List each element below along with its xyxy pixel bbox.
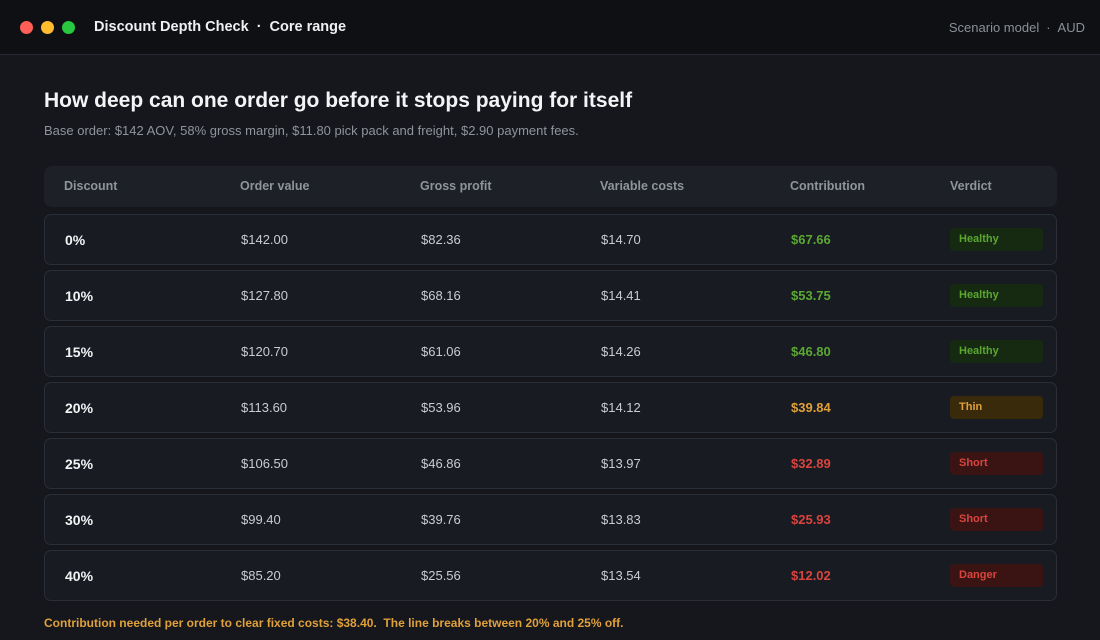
page-description: Base order: $142 AOV, 58% gross margin, …	[44, 123, 579, 138]
variable-costs-cell: $13.97	[601, 456, 641, 471]
maximize-window-button[interactable]	[62, 20, 75, 34]
gross-profit-cell: $82.36	[421, 232, 461, 247]
table-row[interactable]: 20% $113.60 $53.96 $14.12 $39.84 Thin	[44, 382, 1057, 433]
table-header: Discount Order value Gross profit Variab…	[44, 166, 1057, 207]
window-controls	[20, 20, 75, 34]
order-value-cell: $120.70	[241, 344, 288, 359]
order-value-cell: $113.60	[241, 400, 288, 415]
order-value-cell: $85.20	[241, 568, 281, 583]
contribution-cell: $32.89	[791, 456, 831, 471]
order-value-cell: $99.40	[241, 512, 281, 527]
verdict-badge: Healthy	[950, 340, 1043, 363]
variable-costs-cell: $13.54	[601, 568, 641, 583]
variable-costs-cell: $14.12	[601, 400, 641, 415]
contribution-cell: $53.75	[791, 288, 831, 303]
breakeven-note: Contribution needed per order to clear f…	[44, 616, 624, 630]
contribution-cell: $12.02	[791, 568, 831, 583]
variable-costs-cell: $14.41	[601, 288, 641, 303]
order-value-cell: $106.50	[241, 456, 288, 471]
table-row[interactable]: 30% $99.40 $39.76 $13.83 $25.93 Short	[44, 494, 1057, 545]
table-row[interactable]: 15% $120.70 $61.06 $14.26 $46.80 Healthy	[44, 326, 1057, 377]
table-row[interactable]: 0% $142.00 $82.36 $14.70 $67.66 Healthy	[44, 214, 1057, 265]
contribution-cell: $39.84	[791, 400, 831, 415]
column-header-gross-profit: Gross profit	[420, 179, 492, 193]
currency-label: AUD	[1057, 19, 1085, 35]
order-value-cell: $127.80	[241, 288, 288, 303]
gross-profit-cell: $39.76	[421, 512, 461, 527]
discount-cell: 0%	[65, 232, 86, 248]
table-row[interactable]: 40% $85.20 $25.56 $13.54 $12.02 Danger	[44, 550, 1057, 601]
discount-cell: 20%	[65, 400, 94, 416]
discount-cell: 25%	[65, 456, 94, 472]
verdict-badge: Short	[950, 452, 1043, 475]
variable-costs-cell: $14.70	[601, 232, 641, 247]
gross-profit-cell: $25.56	[421, 568, 461, 583]
verdict-badge: Danger	[950, 564, 1043, 587]
verdict-badge: Short	[950, 508, 1043, 531]
variable-costs-cell: $13.83	[601, 512, 641, 527]
model-info: Scenario model · AUD	[949, 20, 1085, 35]
order-value-cell: $142.00	[241, 232, 288, 247]
discount-cell: 15%	[65, 344, 94, 360]
column-header-verdict: Verdict	[950, 179, 992, 193]
mode-label: Scenario model	[948, 19, 1040, 35]
close-window-button[interactable]	[20, 20, 33, 34]
page-title: How deep can one order go before it stop…	[44, 89, 633, 112]
table-row[interactable]: 10% $127.80 $68.16 $14.41 $53.75 Healthy	[44, 270, 1057, 321]
table-row[interactable]: 25% $106.50 $46.86 $13.97 $32.89 Short	[44, 438, 1057, 489]
column-header-discount: Discount	[64, 179, 118, 193]
gross-profit-cell: $68.16	[421, 288, 461, 303]
mode-separator: ·	[1046, 19, 1051, 35]
column-header-order-value: Order value	[240, 179, 310, 193]
gross-profit-cell: $61.06	[421, 344, 461, 359]
verdict-badge: Thin	[950, 396, 1043, 419]
column-header-contribution: Contribution	[790, 179, 865, 193]
verdict-badge: Healthy	[950, 228, 1043, 251]
discount-cell: 40%	[65, 568, 94, 584]
variable-costs-cell: $14.26	[601, 344, 641, 359]
title-separator: ·	[256, 19, 262, 35]
contribution-cell: $67.66	[791, 232, 831, 247]
minimize-window-button[interactable]	[41, 20, 54, 34]
gross-profit-cell: $46.86	[421, 456, 461, 471]
discount-cell: 30%	[65, 512, 94, 528]
app-title: Discount Depth Check	[94, 19, 249, 35]
range-label: Core range	[269, 19, 347, 35]
verdict-badge: Healthy	[950, 284, 1043, 307]
title-bar: Discount Depth Check · Core range Scenar…	[0, 0, 1100, 55]
gross-profit-cell: $53.96	[421, 400, 461, 415]
contribution-cell: $25.93	[791, 512, 831, 527]
column-header-variable-costs: Variable costs	[600, 179, 685, 193]
contribution-cell: $46.80	[791, 344, 831, 359]
discount-cell: 10%	[65, 288, 94, 304]
